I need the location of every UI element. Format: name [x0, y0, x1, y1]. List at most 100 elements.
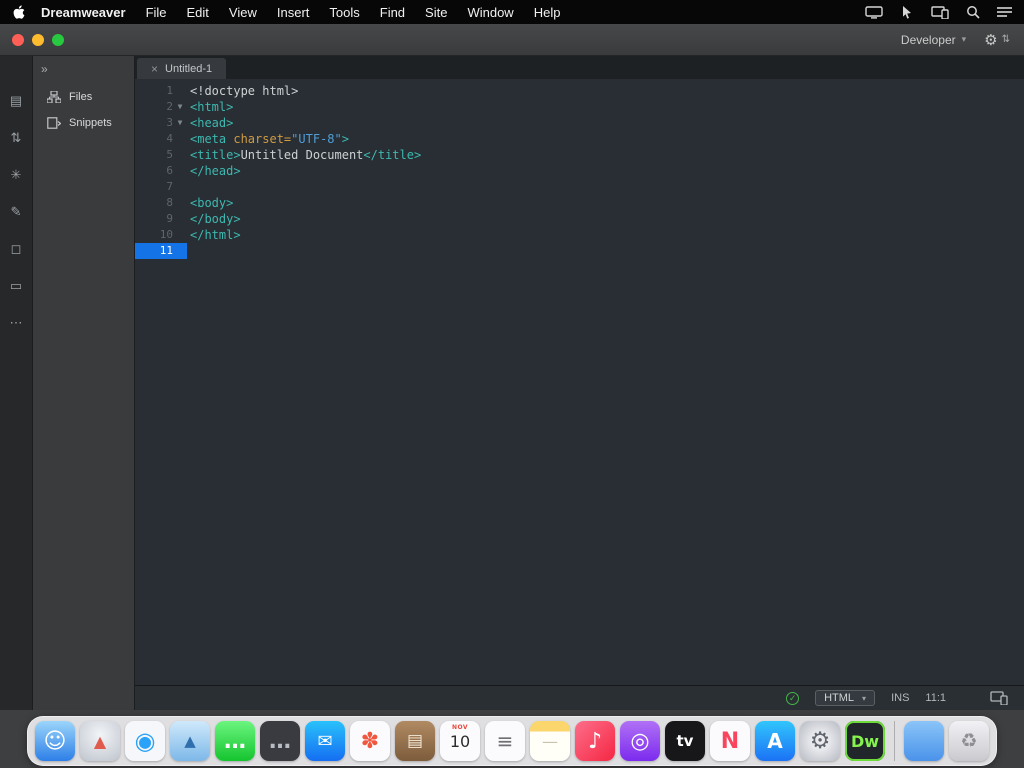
journal-glyph: ▤ [407, 731, 423, 751]
code-line[interactable]: 1<!doctype html> [135, 83, 1024, 99]
zoom-window-button[interactable] [52, 34, 64, 46]
music-dock-icon[interactable]: ♪ [575, 721, 615, 761]
settings-glyph: ⚙ [810, 728, 831, 754]
code-line[interactable]: 4<meta charset="UTF-8"> [135, 131, 1024, 147]
photos-dock-icon[interactable]: ✽ [350, 721, 390, 761]
gear-icon: ⚙ [984, 31, 999, 49]
line-gutter: 6 [135, 163, 187, 179]
pointer-tool-icon[interactable] [900, 5, 914, 19]
menu-view[interactable]: View [219, 5, 267, 20]
more-options-icon[interactable]: ⋯ [10, 316, 23, 329]
notes-dock-icon[interactable]: — [530, 721, 570, 761]
line-gutter: 9 [135, 211, 187, 227]
comments-icon[interactable]: ◻ [11, 242, 22, 255]
display-mirroring-icon[interactable] [865, 6, 883, 19]
menu-items: FileEditViewInsertToolsFindSiteWindowHel… [136, 5, 571, 20]
snippets-icon [47, 117, 61, 129]
sidebar-item-label: Files [69, 91, 92, 103]
sidebar-item-snippets[interactable]: Snippets [33, 110, 134, 136]
podcasts-dock-icon[interactable]: ◎ [620, 721, 660, 761]
menu-insert[interactable]: Insert [267, 5, 320, 20]
code-line[interactable]: 3▼<head> [135, 115, 1024, 131]
extract-icon[interactable]: ✳ [11, 168, 22, 181]
mail-glyph: ✉ [317, 731, 332, 752]
workspace-switcher[interactable]: Developer ▾ [901, 33, 966, 47]
reminders-glyph: ≡ [497, 729, 514, 753]
calendar-dock-icon[interactable]: NOV10 [440, 721, 480, 761]
document-tab-title: Untitled-1 [165, 63, 212, 75]
messages-dock-icon[interactable]: … [215, 721, 255, 761]
reports-icon[interactable]: ▭ [10, 279, 22, 292]
line-gutter: 3▼ [135, 115, 187, 131]
document-icon[interactable]: ▤ [10, 94, 22, 107]
panel-collapse-button[interactable]: » [33, 60, 134, 84]
close-window-button[interactable] [12, 34, 24, 46]
photos-glyph: ✽ [361, 729, 379, 754]
sync-settings-button[interactable]: ⚙⇅ [984, 31, 1012, 49]
language-select[interactable]: HTML ▾ [815, 690, 875, 706]
app-store-dock-icon[interactable]: A [755, 721, 795, 761]
safari-dock-icon[interactable]: ◉ [125, 721, 165, 761]
trash-dock-icon[interactable]: ♻ [949, 721, 989, 761]
settings-dock-icon[interactable]: ⚙ [800, 721, 840, 761]
window-controls [12, 34, 64, 46]
calendar-badge-text: NOV [440, 724, 480, 731]
menu-app-name[interactable]: Dreamweaver [31, 5, 136, 20]
document-tab[interactable]: × Untitled-1 [137, 58, 226, 79]
code-line[interactable]: 8<body> [135, 195, 1024, 211]
code-line[interactable]: 9</body> [135, 211, 1024, 227]
preview-dock-icon[interactable]: ▲ [170, 721, 210, 761]
code-line[interactable]: 11 [135, 243, 1024, 259]
launchpad-glyph: ▲ [94, 732, 106, 751]
menu-window[interactable]: Window [457, 5, 523, 20]
sidebar-item-label: Snippets [69, 117, 112, 129]
status-bar: ✓ HTML ▾ INS 11:1 [135, 685, 1024, 710]
finder-dock-icon[interactable]: ☺ [35, 721, 75, 761]
menu-site[interactable]: Site [415, 5, 457, 20]
code-line[interactable]: 10</html> [135, 227, 1024, 243]
document-tab-bar: × Untitled-1 [135, 56, 1024, 79]
line-gutter: 10 [135, 227, 187, 243]
chevron-down-icon: ▾ [862, 694, 866, 703]
device-manager-icon[interactable] [931, 6, 949, 19]
news-dock-icon[interactable]: N [710, 721, 750, 761]
minimize-window-button[interactable] [32, 34, 44, 46]
menu-file[interactable]: File [136, 5, 177, 20]
menu-find[interactable]: Find [370, 5, 415, 20]
menu-tools[interactable]: Tools [319, 5, 369, 20]
menu-bar-status-icons [865, 5, 1012, 19]
menu-edit[interactable]: Edit [177, 5, 219, 20]
safari-glyph: ◉ [135, 727, 156, 755]
code-line[interactable]: 2▼<html> [135, 99, 1024, 115]
list-view-icon[interactable] [997, 6, 1012, 18]
code-line[interactable]: 5<title>Untitled Document</title> [135, 147, 1024, 163]
file-transfer-icon[interactable]: ⇅ [11, 131, 22, 144]
mail-dock-icon[interactable]: ✉ [305, 721, 345, 761]
screen: Dreamweaver FileEditViewInsertToolsFindS… [0, 0, 1024, 768]
tv-dock-icon[interactable]: tv [665, 721, 705, 761]
code-fold-icon[interactable]: ▼ [173, 115, 187, 131]
launchpad-dock-icon[interactable]: ▲ [80, 721, 120, 761]
trash-glyph: ♻ [960, 730, 977, 752]
apple-menu-icon[interactable] [12, 5, 25, 20]
style-brush-icon[interactable]: ✎ [11, 205, 22, 218]
journal-dock-icon[interactable]: ▤ [395, 721, 435, 761]
line-gutter: 4 [135, 131, 187, 147]
code-editor[interactable]: 1<!doctype html>2▼<html>3▼<head>4<meta c… [135, 79, 1024, 685]
current-line-gutter: 11 [135, 243, 187, 259]
reminders-dock-icon[interactable]: ≡ [485, 721, 525, 761]
sidebar-item-files[interactable]: Files [33, 84, 134, 110]
code-line[interactable]: 6</head> [135, 163, 1024, 179]
facetime-dock-icon[interactable]: … [260, 721, 300, 761]
close-tab-icon[interactable]: × [151, 62, 158, 76]
search-icon[interactable] [966, 5, 980, 19]
calendar-glyph: 10 [450, 732, 470, 751]
lint-ok-icon: ✓ [786, 692, 799, 705]
language-value: HTML [824, 692, 854, 704]
dreamweaver-dock-icon[interactable]: Dw [845, 721, 885, 761]
device-preview-icon[interactable] [990, 691, 1008, 705]
code-fold-icon[interactable]: ▼ [173, 99, 187, 115]
downloads-folder-dock-icon[interactable] [904, 721, 944, 761]
code-line[interactable]: 7 [135, 179, 1024, 195]
menu-help[interactable]: Help [524, 5, 571, 20]
